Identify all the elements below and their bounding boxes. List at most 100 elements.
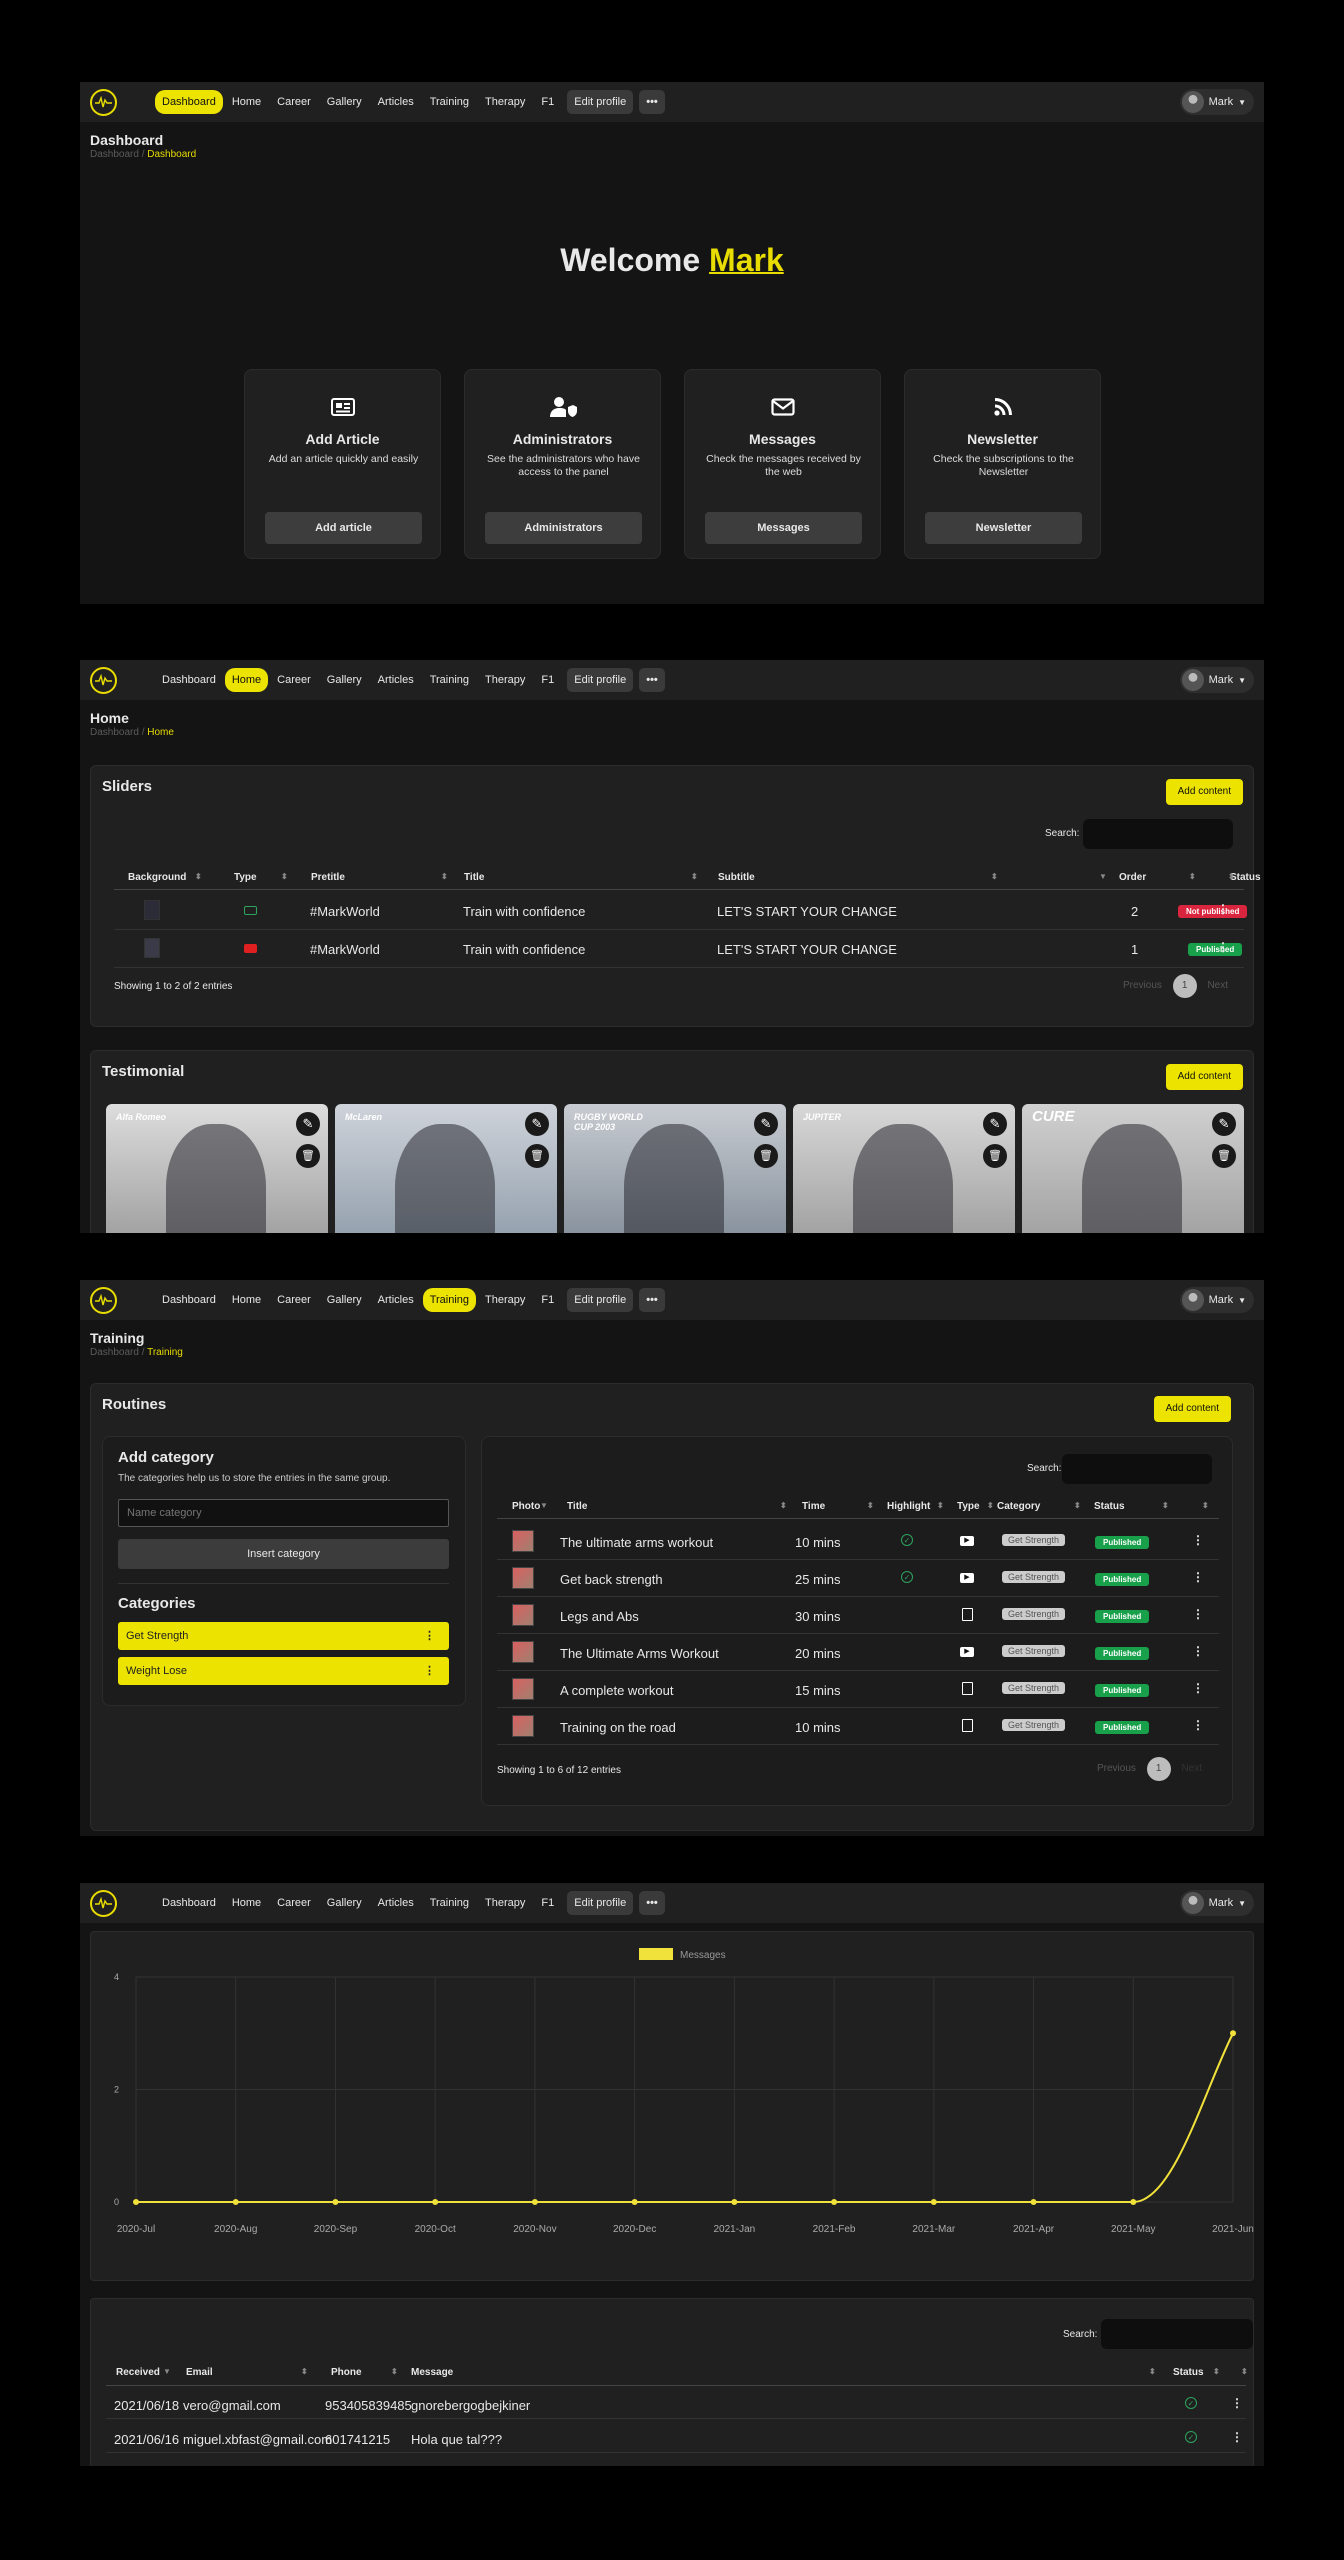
testimonial-photo-card[interactable]: McLaren ✎ 🗑 (335, 1104, 557, 1233)
sort-icon[interactable]: ▼ (1099, 872, 1107, 881)
edit-icon[interactable]: ✎ (983, 1112, 1007, 1136)
nav-item-f1[interactable]: F1 (534, 668, 561, 692)
nav-item-dashboard[interactable]: Dashboard (155, 1288, 223, 1312)
sort-icon[interactable]: ⬍ (1074, 1501, 1081, 1510)
breadcrumb-root[interactable]: Dashboard (90, 149, 139, 160)
column-header[interactable]: Highlight (887, 1501, 930, 1512)
data-point[interactable] (531, 2199, 538, 2205)
testimonial-photo-card[interactable]: RUGBY WORLD CUP 2003 ✎ 🗑 (564, 1104, 786, 1233)
nav-item-articles[interactable]: Articles (371, 90, 421, 114)
edit-icon[interactable]: ✎ (1212, 1112, 1236, 1136)
column-header[interactable]: Type (957, 1501, 980, 1512)
trash-icon[interactable]: 🗑 (983, 1144, 1007, 1168)
data-point[interactable] (432, 2199, 439, 2205)
sort-icon[interactable]: ⬍ (691, 872, 698, 881)
nav-item-career[interactable]: Career (270, 90, 318, 114)
row-menu-icon[interactable]: ⋮ (1192, 1718, 1204, 1732)
column-header[interactable]: Pretitle (311, 872, 345, 883)
nav-item-dashboard[interactable]: Dashboard (155, 668, 223, 692)
column-header[interactable]: Message (411, 2367, 453, 2378)
nav-item-f1[interactable]: F1 (534, 1288, 561, 1312)
column-header[interactable]: Photo (512, 1501, 540, 1512)
column-header[interactable]: Phone (331, 2367, 362, 2378)
administrators-button[interactable]: Administrators (485, 512, 642, 544)
previous-page-button[interactable]: Previous (1097, 1763, 1136, 1774)
sort-icon[interactable]: ⬍ (1241, 2367, 1248, 2376)
nav-item-dashboard[interactable]: Dashboard (155, 90, 223, 114)
sort-icon[interactable]: ⬍ (1213, 2367, 1220, 2376)
sort-icon[interactable]: ⬍ (1228, 872, 1235, 881)
column-header[interactable]: Status (1094, 1501, 1125, 1512)
status-badge[interactable]: Published (1095, 1681, 1150, 1697)
insert-category-button[interactable]: Insert category (118, 1539, 449, 1569)
sort-icon[interactable]: ⬍ (780, 1501, 787, 1510)
nav-item-therapy[interactable]: Therapy (478, 1891, 532, 1915)
testimonial-photo-card[interactable]: Alfa Romeo ✎ 🗑 (106, 1104, 328, 1233)
status-badge[interactable]: Published (1095, 1644, 1150, 1660)
messages-button[interactable]: Messages (705, 512, 862, 544)
status-badge[interactable]: Published (1095, 1607, 1150, 1623)
trash-icon[interactable]: 🗑 (1212, 1144, 1236, 1168)
row-menu-icon[interactable]: ⋮ (1192, 1607, 1204, 1621)
logo-icon[interactable] (90, 1287, 117, 1314)
nav-item-therapy[interactable]: Therapy (478, 668, 532, 692)
more-menu-button[interactable]: ••• (639, 90, 665, 114)
data-point[interactable] (930, 2199, 937, 2205)
next-page-button[interactable]: Next (1207, 980, 1228, 991)
nav-item-training[interactable]: Training (423, 90, 476, 114)
column-header[interactable]: Type (234, 872, 257, 883)
data-point[interactable] (332, 2199, 339, 2205)
trash-icon[interactable]: 🗑 (525, 1144, 549, 1168)
user-menu[interactable]: Mark ▼ (1179, 1890, 1254, 1916)
nav-item-gallery[interactable]: Gallery (320, 668, 369, 692)
status-badge[interactable]: Published (1095, 1533, 1150, 1549)
nav-item-therapy[interactable]: Therapy (478, 1288, 532, 1312)
data-point[interactable] (831, 2199, 838, 2205)
next-page-button[interactable]: Next (1181, 1763, 1202, 1774)
read-check-icon[interactable]: ✓ (1185, 2431, 1197, 2443)
data-point[interactable] (232, 2199, 239, 2205)
data-point[interactable] (731, 2199, 738, 2205)
row-menu-icon[interactable]: ⋮ (1192, 1644, 1204, 1658)
row-menu-icon[interactable]: ⋮ (1192, 1533, 1204, 1547)
sort-icon[interactable]: ⬍ (867, 1501, 874, 1510)
sort-icon[interactable]: ⬍ (1162, 1501, 1169, 1510)
nav-item-articles[interactable]: Articles (371, 1891, 421, 1915)
column-header[interactable]: Order (1119, 872, 1146, 883)
nav-item-home[interactable]: Home (225, 90, 268, 114)
category-item[interactable]: Weight Lose ⋮ (118, 1657, 449, 1685)
nav-item-articles[interactable]: Articles (371, 668, 421, 692)
nav-item-dashboard[interactable]: Dashboard (155, 1891, 223, 1915)
status-badge[interactable]: Not published (1178, 902, 1248, 918)
add-testimonial-button[interactable]: Add content (1165, 1064, 1243, 1090)
page-1-button[interactable]: 1 (1146, 1757, 1171, 1781)
nav-item-gallery[interactable]: Gallery (320, 1288, 369, 1312)
breadcrumb-root[interactable]: Dashboard (90, 1347, 139, 1358)
column-header[interactable]: Time (802, 1501, 825, 1512)
sort-icon[interactable]: ⬍ (1149, 2367, 1156, 2376)
row-menu-icon[interactable]: ⋮ (1231, 2430, 1243, 2444)
edit-icon[interactable]: ✎ (525, 1112, 549, 1136)
sort-icon[interactable]: ⬍ (991, 872, 998, 881)
add-routine-button[interactable]: Add content (1153, 1396, 1231, 1422)
category-menu-icon[interactable]: ⋮ (424, 1622, 435, 1650)
newsletter-button[interactable]: Newsletter (925, 512, 1082, 544)
status-badge[interactable]: Published (1095, 1718, 1150, 1734)
nav-item-home[interactable]: Home (224, 668, 269, 692)
add-article-button[interactable]: Add article (265, 512, 422, 544)
trash-icon[interactable]: 🗑 (754, 1144, 778, 1168)
nav-item-f1[interactable]: F1 (534, 1891, 561, 1915)
nav-item-therapy[interactable]: Therapy (478, 90, 532, 114)
nav-item-articles[interactable]: Articles (371, 1288, 421, 1312)
column-header[interactable]: Title (567, 1501, 587, 1512)
nav-item-home[interactable]: Home (225, 1288, 268, 1312)
sort-icon[interactable]: ⬍ (441, 872, 448, 881)
page-1-button[interactable]: 1 (1172, 974, 1197, 998)
search-input[interactable] (1062, 1454, 1212, 1484)
testimonial-photo-card[interactable]: CURE ✎ 🗑 (1022, 1104, 1244, 1233)
sort-icon[interactable]: ⬍ (195, 872, 202, 881)
row-menu-icon[interactable]: ⋮ (1217, 940, 1229, 954)
sort-icon[interactable]: ⬍ (281, 872, 288, 881)
column-header[interactable]: Status (1173, 2367, 1204, 2378)
column-header[interactable]: Email (186, 2367, 213, 2378)
